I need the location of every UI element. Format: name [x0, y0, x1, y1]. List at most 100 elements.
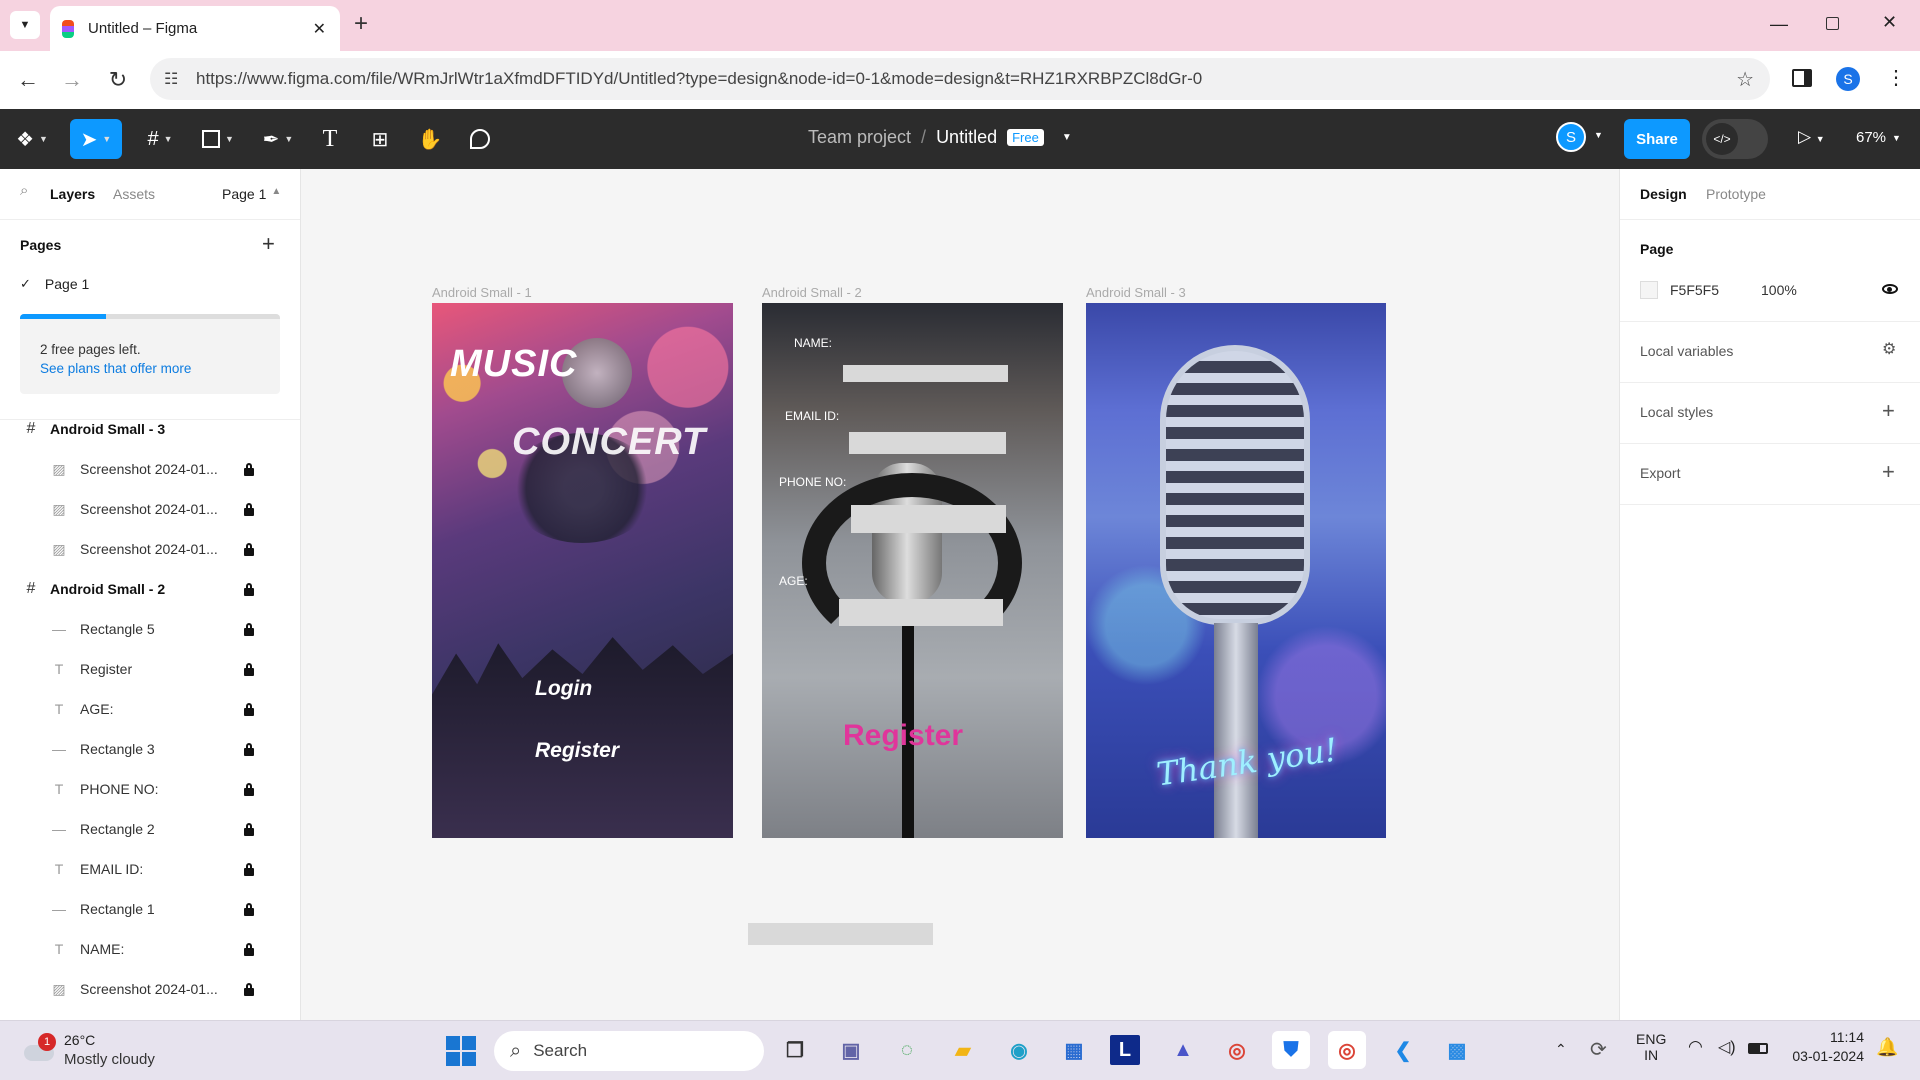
tab-assets[interactable]: Assets: [113, 186, 155, 202]
search-layers-icon[interactable]: ⌕: [20, 182, 28, 199]
hand-tool-button[interactable]: ✋: [414, 119, 446, 159]
layer-item[interactable]: ▨ Screenshot 2024-01...: [0, 449, 300, 489]
lock-icon[interactable]: [243, 903, 255, 916]
layer-item[interactable]: — Rectangle 3: [0, 729, 300, 769]
bookmark-star-icon[interactable]: ☆: [1736, 67, 1754, 92]
eye-icon[interactable]: [1882, 284, 1898, 294]
volume-icon[interactable]: ◁): [1718, 1037, 1736, 1057]
close-window-icon[interactable]: ✕: [1882, 12, 1897, 33]
lock-icon[interactable]: [243, 863, 255, 876]
text-tool-button[interactable]: T: [314, 119, 346, 159]
lock-icon[interactable]: [243, 703, 255, 716]
local-variables-section[interactable]: Local variables ⚙: [1620, 322, 1920, 383]
pen-tool-button[interactable]: ✒ ▼: [256, 119, 300, 159]
lock-icon[interactable]: [243, 463, 255, 476]
lock-icon[interactable]: [243, 543, 255, 556]
file-explorer-icon[interactable]: ▰: [944, 1031, 982, 1069]
layer-item[interactable]: ▨ Screenshot 2024-01...: [0, 489, 300, 529]
lock-icon[interactable]: [243, 503, 255, 516]
start-button[interactable]: [446, 1036, 476, 1066]
photos-app-icon[interactable]: ▩: [1438, 1031, 1476, 1069]
layer-item[interactable]: T PHONE NO:: [0, 769, 300, 809]
team-project-link[interactable]: Team project: [808, 127, 911, 148]
zoom-dropdown[interactable]: 67% ▼: [1856, 129, 1901, 146]
chrome-icon[interactable]: ◎: [1218, 1031, 1256, 1069]
login-button[interactable]: Login: [535, 677, 592, 701]
file-name[interactable]: Untitled: [936, 127, 997, 148]
tab-prototype[interactable]: Prototype: [1706, 186, 1766, 202]
variables-settings-icon[interactable]: ⚙: [1882, 339, 1896, 359]
side-panel-icon[interactable]: [1792, 69, 1812, 87]
lock-icon[interactable]: [243, 663, 255, 676]
dev-mode-toggle[interactable]: </>: [1702, 119, 1768, 159]
battery-icon[interactable]: [1748, 1043, 1768, 1054]
page-color-swatch[interactable]: [1640, 281, 1658, 299]
lock-icon[interactable]: [243, 943, 255, 956]
phone-field[interactable]: [851, 505, 1006, 533]
lock-icon[interactable]: [243, 623, 255, 636]
microsoft-store-icon[interactable]: ▦: [1055, 1031, 1093, 1069]
lock-icon[interactable]: [243, 983, 255, 996]
vscode-icon[interactable]: ❮: [1384, 1031, 1422, 1069]
comment-tool-button[interactable]: [464, 119, 496, 159]
lock-icon[interactable]: [243, 823, 255, 836]
layer-item[interactable]: — Rectangle 2: [0, 809, 300, 849]
language-indicator[interactable]: ENG IN: [1636, 1031, 1666, 1063]
rectangle-element[interactable]: [748, 923, 933, 945]
frame-android-small-3[interactable]: Thank you!: [1086, 303, 1386, 838]
design-canvas[interactable]: Android Small - 1 Android Small - 2 Andr…: [301, 169, 1619, 1020]
chevron-down-icon[interactable]: ▼: [1062, 132, 1072, 143]
chrome-profile-icon[interactable]: ◎: [1328, 1031, 1366, 1069]
present-button[interactable]: ▷ ▼: [1798, 127, 1825, 147]
clock[interactable]: 11:14 03-01-2024: [1784, 1029, 1864, 1064]
share-button[interactable]: Share: [1624, 119, 1690, 159]
page-item[interactable]: ✓ Page 1: [20, 276, 89, 292]
new-tab-button[interactable]: +: [354, 10, 368, 38]
move-tool-button[interactable]: ➤ ▼: [70, 119, 122, 159]
layer-item[interactable]: T EMAIL ID:: [0, 849, 300, 889]
frame-label-3[interactable]: Android Small - 3: [1086, 285, 1186, 300]
layer-item[interactable]: — Rectangle 1: [0, 889, 300, 929]
user-avatar[interactable]: S: [1556, 122, 1586, 152]
frame-label-2[interactable]: Android Small - 2: [762, 285, 862, 300]
browser-tab[interactable]: Untitled – Figma ✕: [50, 6, 340, 51]
profile-avatar[interactable]: S: [1836, 67, 1860, 91]
main-menu-button[interactable]: ❖ ▼: [10, 119, 54, 159]
layer-item[interactable]: — Rectangle 5: [0, 609, 300, 649]
weather-widget[interactable]: 1 26°C Mostly cloudy: [20, 1029, 180, 1073]
lock-icon[interactable]: [243, 743, 255, 756]
wifi-icon[interactable]: ◠: [1688, 1037, 1703, 1057]
add-export-icon[interactable]: +: [1882, 459, 1895, 485]
frame-tool-button[interactable]: # ▼: [138, 119, 182, 159]
security-shield-icon[interactable]: ⛊: [1272, 1031, 1310, 1069]
close-tab-icon[interactable]: ✕: [313, 19, 326, 39]
back-icon[interactable]: ←: [14, 66, 42, 94]
layer-item[interactable]: T Register: [0, 649, 300, 689]
browser-menu-icon[interactable]: ⋮: [1886, 65, 1906, 90]
local-styles-section[interactable]: Local styles +: [1620, 383, 1920, 444]
sync-icon[interactable]: ⟳: [1590, 1037, 1607, 1062]
site-settings-icon[interactable]: ☷: [164, 69, 178, 89]
see-plans-link[interactable]: See plans that offer more: [40, 361, 191, 376]
resources-tool-button[interactable]: ⊞: [364, 119, 396, 159]
edge-browser-icon[interactable]: ◉: [1000, 1031, 1038, 1069]
task-view-icon[interactable]: ❐: [776, 1031, 814, 1069]
show-hidden-icons-icon[interactable]: ⌃: [1555, 1041, 1567, 1058]
layer-item[interactable]: T AGE:: [0, 689, 300, 729]
email-field[interactable]: [849, 432, 1006, 454]
layer-item[interactable]: ▨ Screenshot 2024-01...: [0, 529, 300, 569]
user-menu-chevron-icon[interactable]: ▼: [1594, 130, 1603, 140]
frame-label-1[interactable]: Android Small - 1: [432, 285, 532, 300]
export-section[interactable]: Export +: [1620, 444, 1920, 505]
add-style-icon[interactable]: +: [1882, 398, 1895, 424]
page-selector[interactable]: Page 1 ▲: [222, 186, 281, 202]
notification-bell-icon[interactable]: 🔔: [1876, 1037, 1898, 1058]
frame-android-small-1[interactable]: MUSIC CONCERT Login Register: [432, 303, 733, 838]
name-field[interactable]: [843, 365, 1008, 382]
forward-icon[interactable]: →: [58, 66, 86, 94]
lock-icon[interactable]: [243, 783, 255, 796]
layer-item[interactable]: T NAME:: [0, 929, 300, 969]
tab-design[interactable]: Design: [1640, 186, 1687, 202]
layer-frame[interactable]: # Android Small - 2: [0, 569, 300, 609]
age-field[interactable]: [839, 599, 1003, 626]
